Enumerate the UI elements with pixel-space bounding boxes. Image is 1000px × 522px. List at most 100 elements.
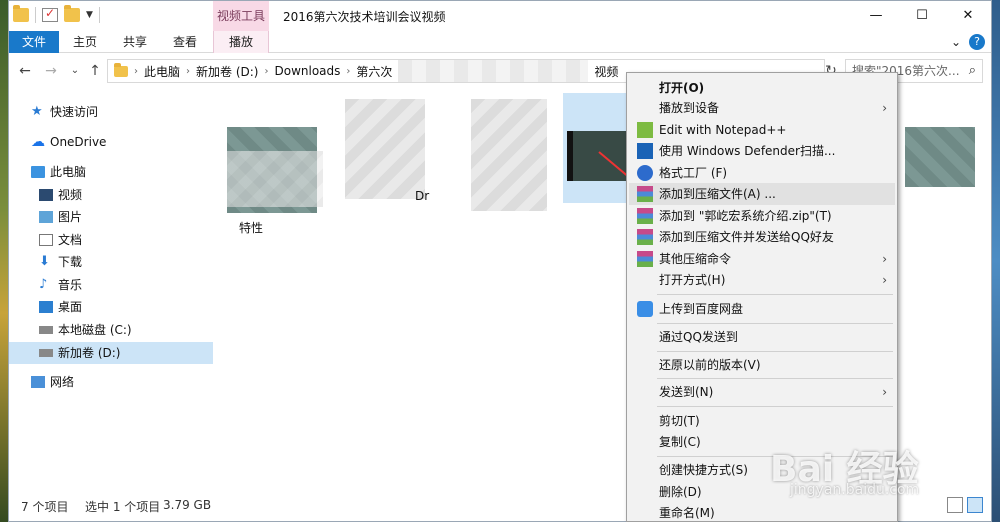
tab-view[interactable]: 查看 xyxy=(163,31,207,53)
folder-icon xyxy=(114,62,128,77)
sidebar-item-this-pc[interactable]: 此电脑 xyxy=(31,161,86,183)
menu-item-restore-versions[interactable]: 还原以前的版本(V) xyxy=(629,354,895,376)
customize-toolbar-chevron-icon[interactable]: ▼ xyxy=(86,10,93,20)
file-label[interactable]: Dr xyxy=(415,189,429,203)
back-button[interactable]: ← xyxy=(15,61,35,81)
menu-item-upload-baidu[interactable]: 上传到百度网盘 xyxy=(629,298,895,320)
sidebar-item-pictures[interactable]: 图片 xyxy=(39,206,82,228)
sidebar-item-label: 桌面 xyxy=(58,300,83,314)
download-icon: ⬇ xyxy=(39,254,50,269)
menu-item-open-with[interactable]: 打开方式(H) › xyxy=(629,269,895,291)
sidebar-item-downloads[interactable]: ⬇ 下载 xyxy=(39,251,82,273)
archive-icon xyxy=(637,186,653,202)
tab-share[interactable]: 共享 xyxy=(113,31,157,53)
up-button[interactable]: ↑ xyxy=(85,61,105,81)
sidebar-item-quick-access[interactable]: ★ 快速访问 xyxy=(31,101,98,123)
help-icon[interactable]: ? xyxy=(969,34,985,50)
expand-ribbon-chevron-icon[interactable]: ⌄ xyxy=(951,35,961,49)
details-view-icon[interactable] xyxy=(947,497,963,513)
sidebar-item-label: 新加卷 (D:) xyxy=(58,346,121,360)
sidebar-item-music[interactable]: ♪ 音乐 xyxy=(39,274,82,296)
drive-icon xyxy=(39,349,53,357)
menu-item-label: 添加到压缩文件并发送给QQ好友 xyxy=(659,230,834,244)
minimize-button[interactable]: — xyxy=(853,1,899,31)
breadcrumb-separator-icon: › xyxy=(346,65,351,77)
sidebar-item-desktop[interactable]: 桌面 xyxy=(39,296,82,318)
file-thumbnail[interactable] xyxy=(905,127,975,187)
picture-folder-icon xyxy=(39,211,53,223)
menu-item-add-to-zip[interactable]: 添加到 "郭屹宏系统介绍.zip"(T) xyxy=(629,205,895,227)
file-label[interactable]: 特性 xyxy=(239,219,263,236)
sidebar-item-label: 视频 xyxy=(58,188,83,202)
sidebar-item-label: 本地磁盘 (C:) xyxy=(58,323,132,337)
sidebar-item-label: 此电脑 xyxy=(50,165,87,179)
sidebar-item-network[interactable]: 网络 xyxy=(31,371,74,393)
ribbon-tabs: 文件 主页 共享 查看 播放 ⌄ ? xyxy=(9,31,991,53)
close-button[interactable]: ✕ xyxy=(945,1,991,31)
tab-play[interactable]: 播放 xyxy=(213,31,269,53)
defender-shield-icon xyxy=(637,143,653,159)
menu-item-label: 剪切(T) xyxy=(659,414,700,428)
document-folder-icon xyxy=(39,234,53,246)
recent-locations-chevron-icon[interactable]: ⌄ xyxy=(65,61,85,81)
breadcrumb-separator-icon: › xyxy=(134,65,138,77)
sidebar-item-documents[interactable]: 文档 xyxy=(39,229,82,251)
sidebar-item-drive-c[interactable]: 本地磁盘 (C:) xyxy=(39,319,132,341)
menu-item-label: 播放到设备 xyxy=(659,101,720,115)
menu-item-defender-scan[interactable]: 使用 Windows Defender扫描... xyxy=(629,140,895,162)
menu-item-send-via-qq[interactable]: 通过QQ发送到 xyxy=(629,326,895,348)
status-selected: 选中 1 个项目 xyxy=(85,500,161,514)
archive-icon xyxy=(637,251,653,267)
baidu-cloud-icon xyxy=(637,301,653,317)
notepadpp-icon xyxy=(637,122,653,138)
menu-item-label: 上传到百度网盘 xyxy=(659,302,744,316)
menu-item-archive-send-qq[interactable]: 添加到压缩文件并发送给QQ好友 xyxy=(629,226,895,248)
breadcrumb-current[interactable]: 视频 xyxy=(594,63,618,80)
tab-home[interactable]: 主页 xyxy=(63,31,107,53)
breadcrumb-downloads[interactable]: Downloads xyxy=(274,64,340,78)
desktop-wallpaper-right xyxy=(992,0,1000,522)
tab-file[interactable]: 文件 xyxy=(9,31,59,53)
menu-item-send-to[interactable]: 发送到(N) › xyxy=(629,381,895,403)
network-icon xyxy=(31,376,45,388)
window-controls: — ☐ ✕ xyxy=(853,1,991,31)
sidebar-item-label: 文档 xyxy=(58,233,83,247)
sidebar-item-label: 音乐 xyxy=(58,278,83,292)
maximize-button[interactable]: ☐ xyxy=(899,1,945,31)
large-icons-view-icon[interactable] xyxy=(967,497,983,513)
forward-button[interactable]: → xyxy=(41,61,61,81)
sidebar-item-videos[interactable]: 视频 xyxy=(39,184,82,206)
archive-icon xyxy=(637,208,653,224)
breadcrumb-drive-d[interactable]: 新加卷 (D:) xyxy=(196,63,258,80)
menu-item-notepadpp[interactable]: Edit with Notepad++ xyxy=(629,119,895,141)
menu-separator xyxy=(657,378,893,379)
breadcrumb-this-pc[interactable]: 此电脑 xyxy=(144,63,180,80)
format-factory-icon xyxy=(637,165,653,181)
toolbar-divider xyxy=(35,7,36,23)
breadcrumb-separator-icon: › xyxy=(264,65,269,77)
menu-item-cut[interactable]: 剪切(T) xyxy=(629,410,895,432)
menu-item-format-factory[interactable]: 格式工厂 (F) xyxy=(629,162,895,184)
menu-item-rename[interactable]: 重命名(M) xyxy=(629,502,895,522)
sidebar-item-label: OneDrive xyxy=(50,135,107,149)
menu-item-other-compress[interactable]: 其他压缩命令 › xyxy=(629,248,895,270)
breadcrumb-folder[interactable]: 第六次 xyxy=(356,63,392,80)
menu-item-label: 复制(C) xyxy=(659,435,701,449)
menu-item-cast-to-device[interactable]: 播放到设备 › xyxy=(629,97,895,119)
search-icon[interactable]: ⌕ xyxy=(969,60,976,82)
submenu-chevron-icon: › xyxy=(882,273,887,287)
properties-icon[interactable] xyxy=(42,6,58,22)
new-folder-icon[interactable] xyxy=(64,5,80,22)
sidebar-item-drive-d[interactable]: 新加卷 (D:) xyxy=(9,342,213,364)
window-title: 2016第六次技术培训会议视频 xyxy=(283,10,446,24)
status-item-count: 7 个项目 xyxy=(21,500,69,514)
menu-item-label: 添加到 "郭屹宏系统介绍.zip"(T) xyxy=(659,209,832,223)
file-thumbnail[interactable] xyxy=(471,99,547,211)
file-thumbnail[interactable] xyxy=(345,99,425,199)
menu-item-open[interactable]: 打开(O) xyxy=(629,77,895,99)
menu-item-label: 通过QQ发送到 xyxy=(659,330,738,344)
sidebar-item-onedrive[interactable]: ☁ OneDrive xyxy=(31,131,106,153)
status-size: 3.79 GB xyxy=(163,498,212,512)
submenu-chevron-icon: › xyxy=(882,252,887,266)
menu-item-add-to-archive[interactable]: 添加到压缩文件(A) ... xyxy=(629,183,895,205)
